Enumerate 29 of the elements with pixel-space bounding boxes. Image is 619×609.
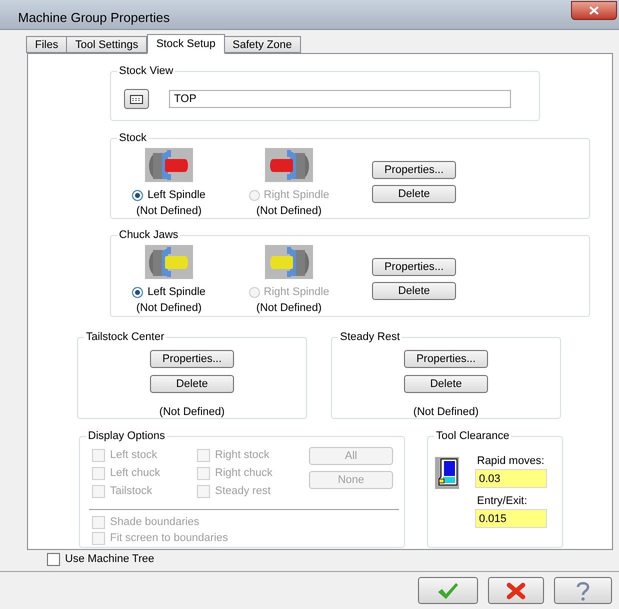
push-button[interactable]: Delete bbox=[372, 282, 456, 300]
tab[interactable]: Tool Settings bbox=[66, 36, 148, 53]
window-title: Machine Group Properties bbox=[18, 9, 170, 27]
tab[interactable]: Stock Setup bbox=[147, 34, 225, 54]
group-title: Steady Rest bbox=[338, 330, 402, 344]
push-button[interactable]: Properties... bbox=[372, 161, 456, 179]
status-text: (Not Defined) bbox=[136, 301, 202, 316]
radio-button[interactable]: Left Spindle bbox=[132, 188, 206, 203]
input-field[interactable]: 0.03 bbox=[475, 469, 547, 488]
group-title: Display Options bbox=[86, 429, 168, 443]
push-button[interactable]: Delete bbox=[150, 375, 234, 393]
push-button[interactable]: Properties... bbox=[404, 350, 488, 368]
push-button[interactable]: Properties... bbox=[150, 350, 234, 368]
push-button[interactable]: Properties... bbox=[372, 258, 456, 276]
view-field[interactable]: TOP bbox=[169, 90, 511, 108]
status-text: (Not Defined) bbox=[136, 204, 202, 219]
field-label: Entry/Exit: bbox=[477, 494, 528, 508]
push-button[interactable]: Delete bbox=[372, 185, 456, 203]
tab[interactable]: Files bbox=[26, 36, 68, 53]
status-text: (Not Defined) bbox=[413, 405, 479, 419]
tab[interactable]: Safety Zone bbox=[224, 36, 301, 53]
status-text: (Not Defined) bbox=[159, 405, 225, 419]
input-field[interactable]: 0.015 bbox=[475, 509, 547, 528]
field-label: Rapid moves: bbox=[477, 454, 546, 468]
checkbox[interactable]: Use Machine Tree bbox=[47, 551, 613, 568]
status-text: (Not Defined) bbox=[256, 204, 322, 219]
status-text: (Not Defined) bbox=[256, 301, 322, 316]
push-button[interactable]: Delete bbox=[404, 375, 488, 393]
radio-button[interactable]: Left Spindle bbox=[132, 285, 206, 300]
